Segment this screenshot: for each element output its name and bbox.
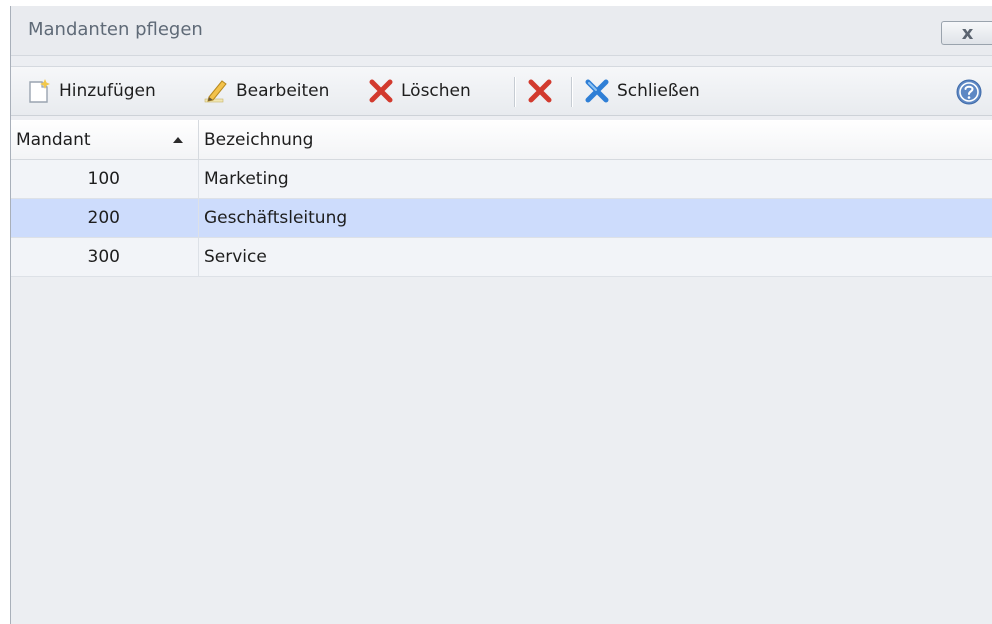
toolbar-separator bbox=[571, 77, 572, 107]
window-close-button[interactable]: x bbox=[941, 21, 992, 45]
sort-ascending-icon bbox=[173, 137, 183, 143]
add-button[interactable]: Hinzufügen bbox=[25, 76, 156, 106]
cell-mandant: 200 bbox=[11, 199, 199, 237]
add-button-label: Hinzufügen bbox=[59, 81, 156, 101]
table-row[interactable]: 100 Marketing bbox=[11, 160, 992, 199]
close-icon: x bbox=[961, 22, 974, 44]
edit-button[interactable]: Bearbeiten bbox=[202, 76, 329, 106]
mandanten-table: Mandant Bezeichnung 100 Marketing 200 Ge… bbox=[11, 120, 992, 624]
cell-bezeichnung: Geschäftsleitung bbox=[204, 208, 348, 228]
close-button[interactable]: Schließen bbox=[583, 76, 700, 106]
column-header-label: Mandant bbox=[16, 130, 91, 150]
column-header-label: Bezeichnung bbox=[204, 130, 314, 150]
table-body: 100 Marketing 200 Geschäftsleitung 300 S… bbox=[11, 160, 992, 277]
help-icon[interactable] bbox=[955, 78, 983, 106]
delete-button[interactable]: Löschen bbox=[367, 76, 471, 106]
pencil-icon bbox=[204, 80, 227, 103]
dialog-window: Mandanten pflegen x Hinzufügen Bearbeite… bbox=[10, 6, 992, 624]
close-x-icon bbox=[585, 79, 609, 103]
cell-bezeichnung: Service bbox=[204, 247, 267, 267]
window-title: Mandanten pflegen bbox=[28, 19, 203, 40]
toolbar: Hinzufügen Bearbeiten Löschen Schließen bbox=[11, 66, 992, 116]
new-document-icon bbox=[29, 79, 50, 103]
table-row-selected[interactable]: 200 Geschäftsleitung bbox=[11, 199, 992, 238]
table-row[interactable]: 300 Service bbox=[11, 238, 992, 277]
cell-mandant: 100 bbox=[11, 160, 199, 198]
column-header-bezeichnung[interactable]: Bezeichnung bbox=[199, 120, 992, 160]
delete-x-icon bbox=[369, 79, 393, 103]
delete-all-button[interactable] bbox=[526, 76, 554, 106]
toolbar-separator bbox=[514, 77, 515, 107]
column-header-mandant[interactable]: Mandant bbox=[11, 120, 199, 160]
cell-bezeichnung: Marketing bbox=[204, 169, 289, 189]
delete-button-label: Löschen bbox=[401, 81, 471, 101]
delete-x-icon bbox=[528, 79, 552, 103]
edit-button-label: Bearbeiten bbox=[236, 81, 330, 101]
table-header: Mandant Bezeichnung bbox=[11, 120, 992, 160]
cell-mandant: 300 bbox=[11, 238, 199, 276]
title-bar: Mandanten pflegen x bbox=[11, 6, 992, 56]
close-button-label: Schließen bbox=[617, 81, 700, 101]
